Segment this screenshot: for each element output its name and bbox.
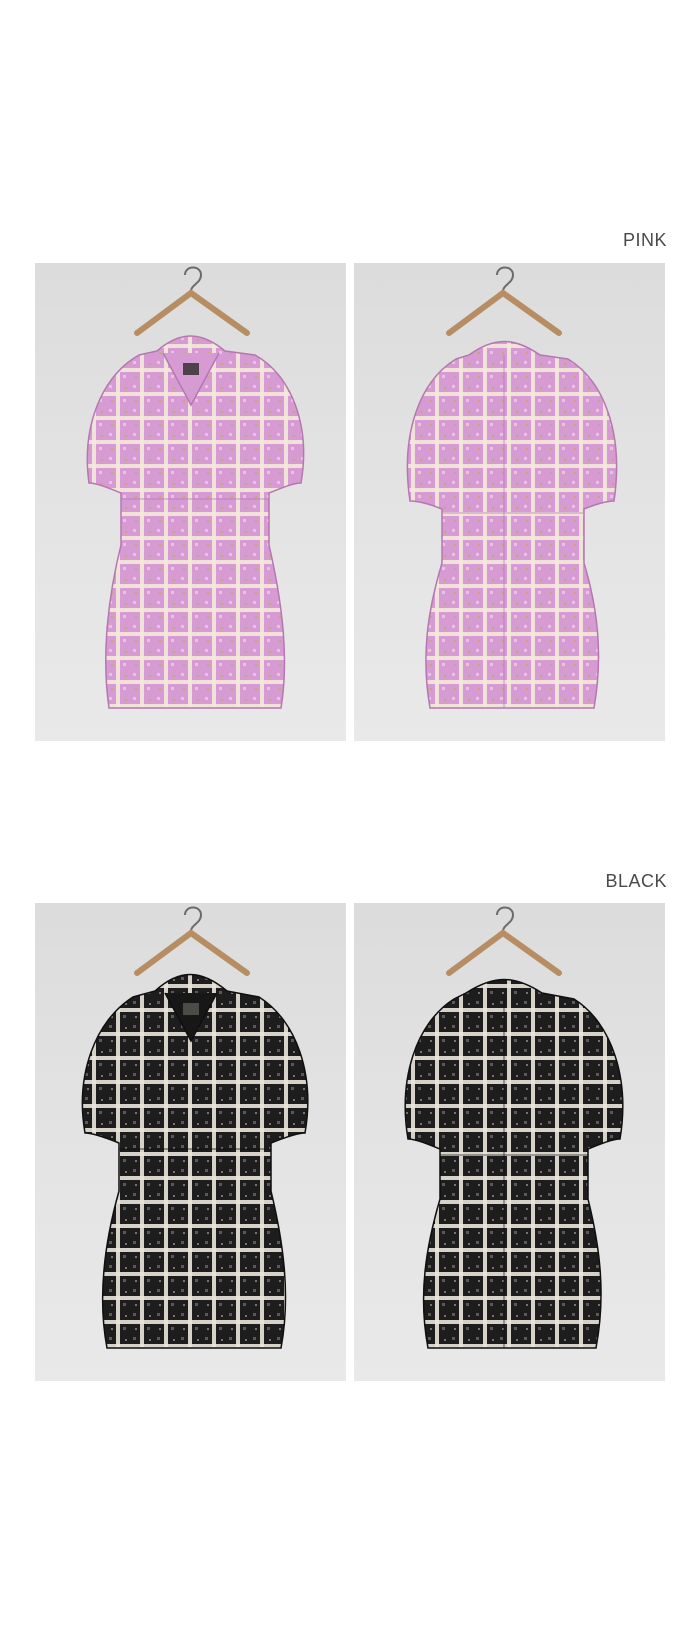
hanger-icon [134,266,250,336]
product-photo-pink-front [35,263,346,741]
color-label-black: BLACK [605,871,667,891]
hanger-icon [446,906,562,976]
hanger-icon [134,906,250,976]
product-photo-black-back [354,903,665,1381]
product-photo-black-front [35,903,346,1381]
product-photo-pink-back [354,263,665,741]
hanger-icon [446,266,562,336]
color-label-pink: PINK [622,230,667,250]
